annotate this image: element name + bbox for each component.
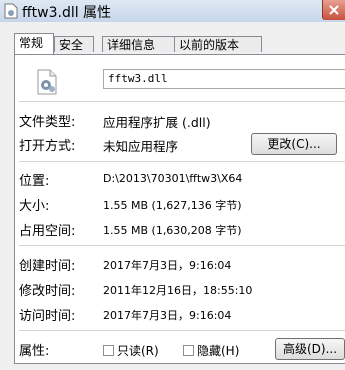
title-bar: fftw3.dll 属性	[0, 0, 345, 22]
tab-security[interactable]: 安全	[54, 36, 94, 52]
modified-label: 修改时间:	[19, 284, 76, 299]
size-on-disk-label: 占用空间:	[19, 224, 76, 239]
modified-value: 2011年12月16日，18:55:10	[103, 284, 253, 297]
readonly-checkbox-box[interactable]	[103, 345, 114, 356]
close-button[interactable]	[322, 0, 345, 20]
attributes-label: 属性:	[19, 344, 50, 359]
size-label: 大小:	[19, 199, 50, 214]
separator	[19, 330, 345, 331]
separator	[19, 161, 345, 162]
properties-dialog: 常规 安全 详细信息 以前的版本 fftw3.dll 文件类型: 应用程序扩展 …	[0, 22, 345, 370]
location-value: D:\2013\70301\fftw3\X64	[103, 172, 243, 185]
window-title: fftw3.dll 属性	[22, 5, 112, 21]
hidden-checkbox-box[interactable]	[183, 345, 194, 356]
close-icon	[329, 5, 339, 15]
hidden-checkbox[interactable]: 隐藏(H)	[183, 342, 239, 359]
tab-details[interactable]: 详细信息	[102, 36, 182, 52]
tab-general-label: 常规	[19, 36, 44, 50]
dll-gear-file-icon	[37, 69, 57, 95]
open-with-value: 未知应用程序	[103, 139, 179, 154]
file-type-label: 文件类型:	[19, 115, 76, 130]
separator	[19, 245, 345, 246]
size-on-disk-value: 1.55 MB (1,630,208 字节)	[103, 224, 242, 237]
accessed-label: 访问时间:	[19, 309, 76, 324]
advanced-button[interactable]: 高级(D)...	[275, 338, 345, 360]
readonly-checkbox[interactable]: 只读(R)	[103, 342, 159, 359]
change-button[interactable]: 更改(C)...	[251, 133, 337, 155]
open-with-label: 打开方式:	[19, 139, 76, 154]
accessed-value: 2017年7月3日，9:16:04	[103, 309, 232, 322]
created-value: 2017年7月3日，9:16:04	[103, 259, 232, 272]
file-name-field[interactable]: fftw3.dll	[103, 69, 345, 89]
attribute-checkboxes: 只读(R) 隐藏(H)	[103, 342, 273, 358]
tab-previous-versions[interactable]: 以前的版本	[174, 36, 262, 52]
tab-previous-versions-label: 以前的版本	[179, 38, 240, 52]
size-value: 1.55 MB (1,627,136 字节)	[103, 199, 242, 212]
hidden-label: 隐藏(H)	[197, 344, 240, 358]
location-label: 位置:	[19, 174, 50, 189]
general-panel: fftw3.dll 文件类型: 应用程序扩展 (.dll) 打开方式: 未知应用…	[14, 54, 345, 364]
created-label: 创建时间:	[19, 259, 76, 274]
tab-details-label: 详细信息	[107, 38, 156, 52]
file-type-value: 应用程序扩展 (.dll)	[103, 115, 211, 130]
separator	[19, 101, 345, 102]
readonly-label: 只读(R)	[117, 344, 159, 358]
tab-security-label: 安全	[59, 38, 84, 52]
tab-general[interactable]: 常规	[14, 33, 54, 54]
dll-file-icon	[4, 3, 18, 19]
